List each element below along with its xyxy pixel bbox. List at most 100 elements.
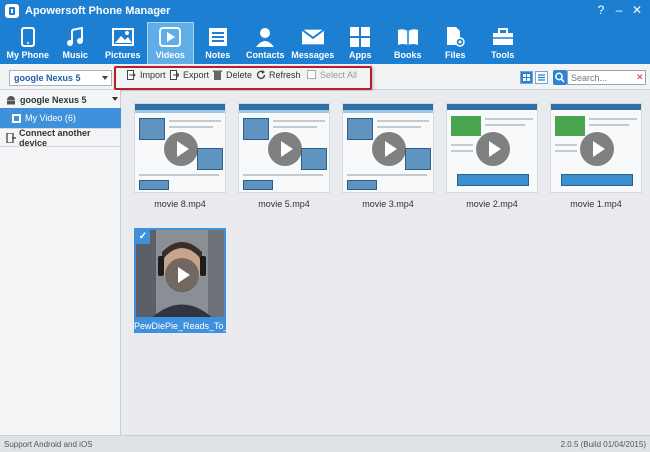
tab-apps[interactable]: Apps — [337, 22, 385, 64]
action-bar: google Nexus 5 Import Export Delete Refr… — [0, 64, 650, 90]
tab-files[interactable]: Files — [432, 22, 480, 64]
tab-label: Notes — [205, 50, 231, 60]
video-name: PewDiePie_Reads_To_... — [134, 319, 226, 333]
tab-pictures[interactable]: Pictures — [99, 22, 147, 64]
video-play-icon — [159, 27, 182, 47]
device-dropdown[interactable]: google Nexus 5 — [9, 70, 112, 86]
clear-search-icon[interactable]: ✕ — [636, 72, 644, 82]
status-version: 2.0.5 (Build 01/04/2015) — [560, 440, 646, 449]
search-input[interactable] — [567, 70, 646, 85]
refresh-button[interactable]: Refresh — [256, 70, 301, 80]
video-thumbnail — [238, 103, 330, 193]
chevron-down-icon — [112, 97, 118, 101]
files-icon — [444, 27, 466, 47]
tab-label: Music — [62, 50, 88, 60]
window-controls: ? – ✕ — [592, 2, 646, 18]
checkmark-icon[interactable]: ✓ — [136, 230, 150, 244]
app-title: Apowersoft Phone Manager — [25, 5, 171, 17]
phone-icon — [17, 27, 39, 47]
delete-label: Delete — [226, 70, 253, 80]
video-item[interactable]: movie 3.mp4 — [342, 103, 434, 209]
tab-label: Files — [444, 50, 466, 60]
video-name: movie 8.mp4 — [154, 199, 206, 209]
help-button[interactable]: ? — [592, 2, 610, 18]
play-icon[interactable] — [164, 132, 198, 166]
refresh-label: Refresh — [269, 70, 301, 80]
thumb-graphic — [139, 118, 165, 140]
thumb-graphic — [347, 180, 377, 190]
sidebar-item-label: My Video (6) — [25, 113, 76, 123]
thumb-text-line — [273, 120, 325, 122]
tab-tools[interactable]: Tools — [479, 22, 527, 64]
play-icon[interactable] — [268, 132, 302, 166]
import-label: Import — [140, 70, 166, 80]
tab-books[interactable]: Books — [384, 22, 432, 64]
delete-button[interactable]: Delete — [213, 70, 252, 80]
search-icon[interactable] — [553, 70, 567, 85]
tab-notes[interactable]: Notes — [194, 22, 242, 64]
thumb-text-line — [555, 150, 577, 152]
play-icon[interactable] — [580, 132, 614, 166]
tab-messages[interactable]: Messages — [289, 22, 337, 64]
video-item[interactable]: movie 8.mp4 — [134, 103, 226, 209]
sidebar-item-my-video[interactable]: My Video (6) — [0, 108, 121, 128]
tab-contacts[interactable]: Contacts — [242, 22, 290, 64]
thumb-graphic — [561, 174, 633, 186]
thumb-graphic — [243, 118, 269, 140]
checkbox-icon — [307, 70, 316, 80]
video-thumbnail: ✓ — [134, 228, 226, 319]
film-icon — [12, 113, 21, 123]
video-thumbnail — [134, 103, 226, 193]
connect-device-button[interactable]: Connect another device — [0, 128, 121, 148]
list-view-icon[interactable] — [535, 71, 548, 84]
tab-music[interactable]: Music — [52, 22, 100, 64]
thumb-header — [447, 104, 537, 110]
tab-label: Messages — [291, 50, 335, 60]
status-bar: Support Android and iOS 2.0.5 (Build 01/… — [0, 435, 650, 452]
export-button[interactable]: Export — [170, 70, 209, 80]
thumb-text-line — [377, 126, 421, 128]
video-name: movie 5.mp4 — [258, 199, 310, 209]
import-button[interactable]: Import — [127, 70, 166, 80]
play-icon[interactable] — [165, 258, 199, 292]
video-item[interactable]: movie 2.mp4 — [446, 103, 538, 209]
video-item-selected[interactable]: ✓ PewDiePie_Reads_To_... — [134, 228, 226, 333]
thumb-header — [551, 104, 641, 110]
chevron-down-icon — [102, 76, 108, 80]
play-icon[interactable] — [476, 132, 510, 166]
thumb-graphic — [197, 148, 223, 170]
thumb-text-line — [169, 126, 213, 128]
thumb-graphic — [457, 174, 529, 186]
device-connect-icon — [6, 132, 16, 143]
video-thumbnail — [446, 103, 538, 193]
title-bar: Apowersoft Phone Manager ? – ✕ — [0, 0, 650, 22]
tab-label: Books — [393, 50, 422, 60]
tab-label: My Phone — [6, 50, 49, 60]
select-all-button[interactable]: Select All — [307, 70, 357, 80]
sidebar-device-label: google Nexus 5 — [20, 94, 87, 105]
thumb-text-line — [589, 118, 637, 120]
thumb-text-line — [243, 174, 323, 176]
thumb-text-line — [589, 124, 629, 126]
thumb-graphic — [139, 180, 169, 190]
envelope-icon — [301, 27, 324, 47]
music-note-icon — [64, 27, 86, 47]
thumb-text-line — [377, 120, 429, 122]
close-button[interactable]: ✕ — [628, 2, 646, 18]
minimize-button[interactable]: – — [610, 2, 628, 18]
thumb-graphic — [451, 116, 481, 136]
app-logo-icon — [5, 4, 19, 18]
sidebar-device[interactable]: google Nexus 5 — [0, 91, 121, 108]
thumb-graphic — [555, 116, 585, 136]
play-icon[interactable] — [372, 132, 406, 166]
select-all-label: Select All — [320, 70, 358, 80]
grid-view-icon[interactable] — [520, 71, 533, 84]
thumb-text-line — [555, 144, 577, 146]
tab-videos[interactable]: Videos — [146, 22, 194, 64]
tab-my-phone[interactable]: My Phone — [4, 22, 52, 64]
thumb-text-line — [273, 126, 317, 128]
toolbox-icon — [492, 27, 514, 47]
video-item[interactable]: movie 5.mp4 — [238, 103, 330, 209]
thumb-text-line — [485, 124, 525, 126]
video-item[interactable]: movie 1.mp4 — [550, 103, 642, 209]
